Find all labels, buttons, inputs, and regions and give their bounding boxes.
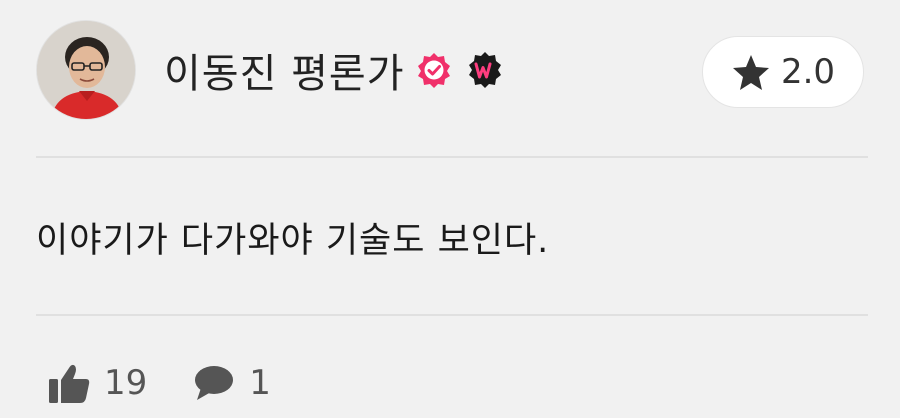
like-count: 19: [104, 363, 148, 403]
speech-bubble-icon: [191, 360, 237, 406]
review-card: 이동진 평론가 2.0 이야기가 다가와야 기술도 보인다. 19 1: [0, 0, 900, 418]
like-button[interactable]: 19: [46, 360, 147, 406]
thumbs-up-icon: [46, 360, 92, 406]
verified-check-icon: [415, 51, 453, 89]
comment-count: 1: [249, 363, 271, 403]
avatar[interactable]: [36, 20, 136, 120]
review-header: 이동진 평론가: [36, 20, 505, 120]
author-name[interactable]: 이동진 평론가: [164, 41, 405, 99]
comment-button[interactable]: 1: [191, 360, 271, 406]
review-comment: 이야기가 다가와야 기술도 보인다.: [36, 221, 550, 261]
divider: [36, 156, 868, 158]
rating-value: 2.0: [780, 52, 836, 92]
w-brand-badge-icon: [465, 50, 505, 90]
review-actions: 19 1: [46, 360, 315, 406]
divider: [36, 314, 868, 316]
rating-badge[interactable]: 2.0: [702, 36, 864, 108]
star-icon: [731, 52, 771, 92]
avatar-image: [37, 21, 135, 119]
